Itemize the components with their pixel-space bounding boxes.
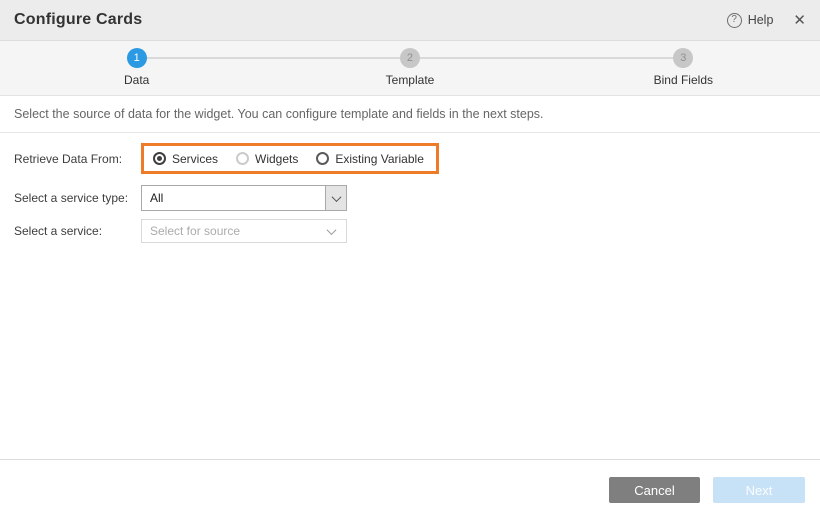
radio-services[interactable]: Services (153, 152, 218, 166)
description-row: Select the source of data for the widget… (0, 96, 820, 133)
help-label: Help (748, 13, 774, 27)
footer: Cancel Next (0, 459, 820, 520)
step-bind-fields[interactable]: 3 Bind Fields (547, 48, 820, 95)
step-1-circle: 1 (127, 48, 147, 68)
description-text: Select the source of data for the widget… (14, 107, 544, 121)
service-row: Select a service: Select for source (14, 219, 820, 243)
form-content: Retrieve Data From: Services Widgets Exi… (0, 133, 820, 459)
service-type-value: All (142, 191, 325, 205)
service-type-select[interactable]: All (141, 185, 347, 211)
retrieve-data-row: Retrieve Data From: Services Widgets Exi… (14, 143, 820, 174)
service-select[interactable]: Select for source (141, 219, 347, 243)
configure-cards-dialog: Configure Cards ? Help ✕ 1 Data 2 Templa… (0, 0, 820, 520)
radio-widgets[interactable]: Widgets (236, 152, 298, 166)
close-icon[interactable]: ✕ (793, 13, 806, 28)
help-button[interactable]: ? Help (727, 13, 774, 28)
radio-existing-variable-label: Existing Variable (335, 152, 424, 166)
service-placeholder: Select for source (142, 224, 328, 238)
help-icon: ? (727, 13, 742, 28)
radio-existing-variable[interactable]: Existing Variable (316, 152, 424, 166)
chevron-down-icon (331, 192, 341, 202)
step-template[interactable]: 2 Template (273, 48, 546, 95)
step-2-circle: 2 (400, 48, 420, 68)
radio-services-label: Services (172, 152, 218, 166)
titlebar: Configure Cards ? Help ✕ (0, 0, 820, 41)
service-type-label: Select a service type: (14, 191, 141, 205)
next-button[interactable]: Next (713, 477, 805, 503)
step-2-label: Template (386, 73, 435, 87)
radio-widgets-label: Widgets (255, 152, 298, 166)
service-type-row: Select a service type: All (14, 185, 820, 211)
titlebar-actions: ? Help ✕ (727, 13, 806, 28)
wizard-stepper: 1 Data 2 Template 3 Bind Fields (0, 41, 820, 96)
step-3-circle: 3 (673, 48, 693, 68)
radio-group-highlight: Services Widgets Existing Variable (141, 143, 439, 174)
step-3-label: Bind Fields (654, 73, 713, 87)
radio-services-icon (153, 152, 166, 165)
service-label: Select a service: (14, 224, 141, 238)
radio-existing-variable-icon (316, 152, 329, 165)
radio-widgets-icon (236, 152, 249, 165)
retrieve-data-label: Retrieve Data From: (14, 152, 141, 166)
step-data[interactable]: 1 Data (0, 48, 273, 95)
chevron-down-icon (327, 225, 337, 235)
dialog-title: Configure Cards (14, 11, 142, 29)
step-1-label: Data (124, 73, 149, 87)
cancel-button[interactable]: Cancel (609, 477, 700, 503)
service-type-dropdown-button[interactable] (325, 186, 346, 210)
